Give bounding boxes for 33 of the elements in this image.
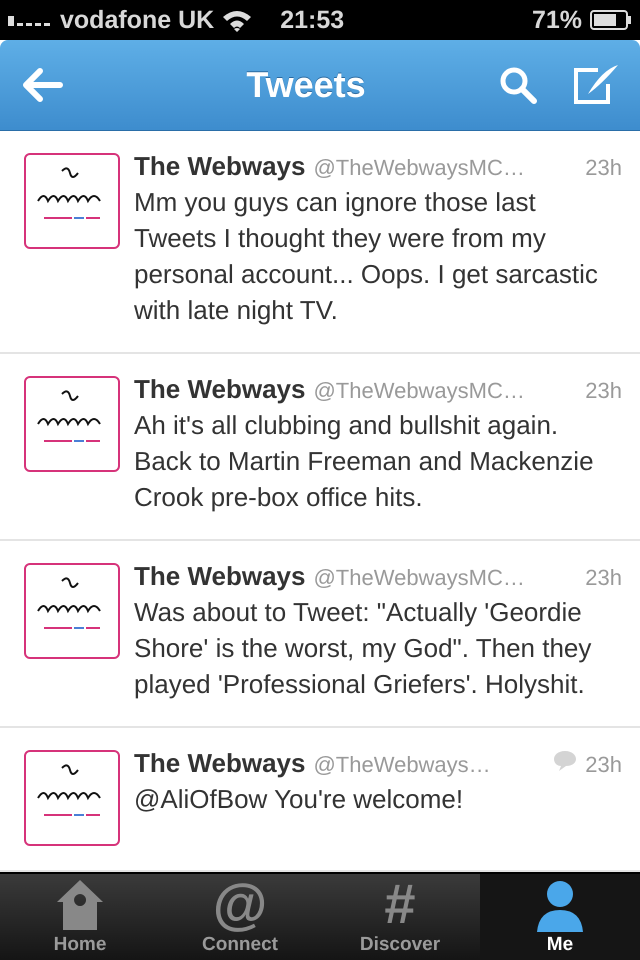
clock-time: 21:53	[280, 6, 344, 34]
tweet-text: @AliOfBow You're welcome!	[134, 783, 464, 816]
signal-icon	[8, 14, 52, 26]
hash-icon: #	[384, 876, 416, 932]
author-handle: @TheWebwaysMC…	[313, 565, 526, 591]
author-handle: @TheWebways…	[313, 752, 492, 778]
author-name: The Webways	[134, 561, 306, 592]
tab-bar-item[interactable]: # Discover	[320, 874, 480, 960]
tweet-row[interactable]: The Webways @TheWebwaysMC… 23h Ah it's all clubbing and bullshit again. Back to Martin Freeman and Mackenzie Crook pre-box office hits.	[0, 354, 640, 541]
tweet-row[interactable]: The Webways @TheWebwaysMC… 23h Mm you guys can ignore those last Tweets I thought they were from my personal account... Oops. I get sarcastic with late night TV.	[0, 131, 640, 354]
tab-bar-item[interactable]: Home	[0, 874, 160, 960]
tweet-time: 23h	[585, 155, 622, 181]
birdhouse-icon	[55, 878, 105, 932]
tweet-text: Ah it's all clubbing and bullshit again. Back to Martin Freeman and Mackenzie Crook pre-box office hits.	[134, 409, 595, 514]
author-name: The Webways	[134, 151, 306, 182]
author-handle: @TheWebwaysMC…	[313, 378, 526, 404]
tab-bar-item[interactable]: @ Connect	[160, 874, 320, 960]
tweet-time: 23h	[585, 565, 622, 591]
author-name: The Webways	[134, 374, 306, 405]
carrier-name: vodafone UK	[60, 6, 214, 34]
tweet-row[interactable]: The Webways @TheWebwaysMC… 23h Was about to Tweet: "Actually 'Geordie Shore' is the worst, my God". Then they played 'Professional Griefers'. Holyshit.	[0, 541, 640, 728]
battery-percent: 71%	[532, 6, 582, 34]
person-icon	[535, 878, 585, 932]
battery-icon	[590, 10, 632, 30]
tweet-text: Was about to Tweet: "Actually 'Geordie Shore' is the worst, my God". Then they played 'Professional Griefers'. Holyshit.	[134, 596, 592, 701]
at-sign-icon: @	[212, 876, 268, 932]
wifi-icon	[222, 8, 252, 32]
tweet-time: 23h	[585, 752, 622, 778]
author-name: The Webways	[134, 748, 306, 779]
author-handle: @TheWebwaysMC…	[313, 155, 526, 181]
tweet-text: Mm you guys can ignore those last Tweets I thought they were from my personal account... Oops. I get sarcastic with late night TV.	[134, 186, 599, 327]
tweet-time: 23h	[585, 378, 622, 404]
screen-title: Tweets	[245, 64, 367, 106]
